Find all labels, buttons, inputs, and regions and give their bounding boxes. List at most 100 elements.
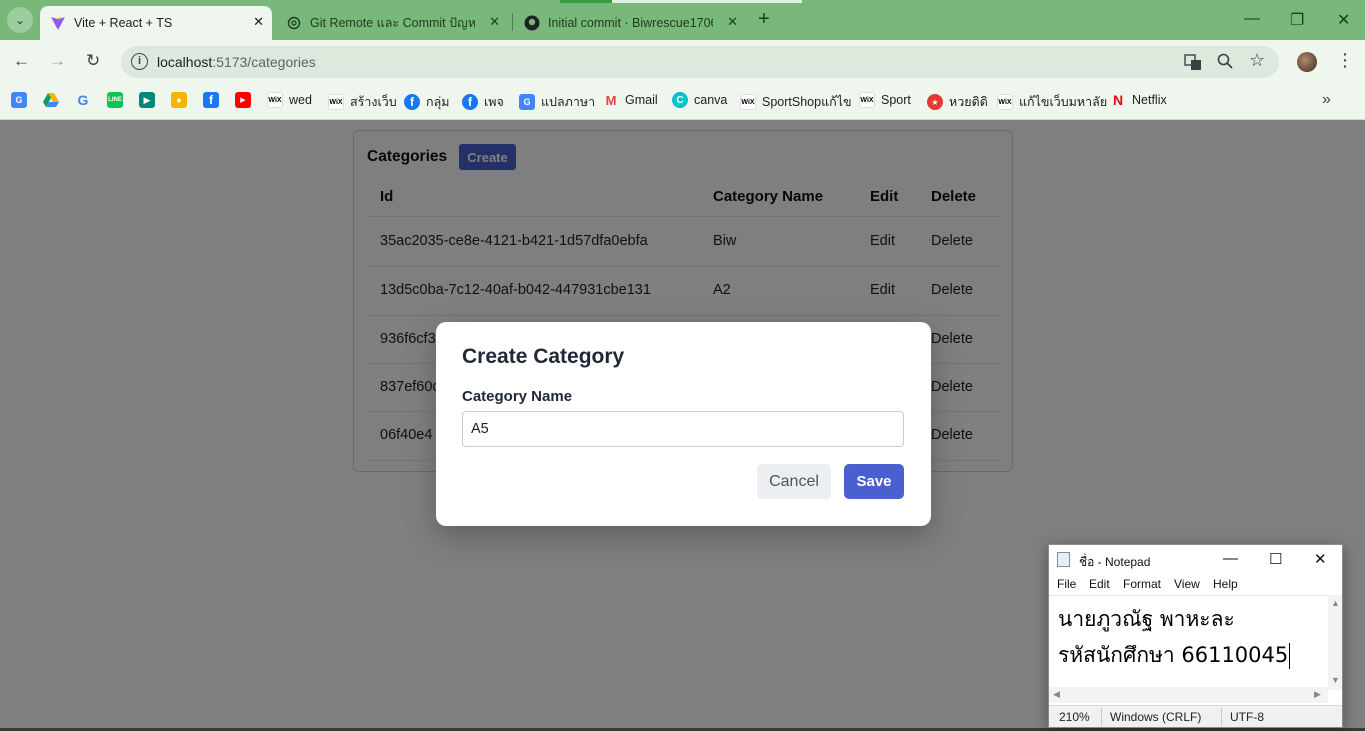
scroll-down-icon[interactable]: ▼ — [1331, 675, 1340, 685]
bookmark-item[interactable]: WiX สร้างเว็บ — [328, 92, 397, 112]
forward-button[interactable]: → — [49, 51, 66, 71]
category-name-input[interactable] — [462, 411, 904, 447]
tab-bar: ⌄ Vite + React + TS ✕ Git Remote และ Com… — [0, 0, 1365, 40]
bookmark-item[interactable]: WiX แก้ไขเว็บมหาลัย — [997, 92, 1107, 112]
url-path: :5173/categories — [212, 54, 316, 70]
facebook-icon: f — [203, 92, 219, 108]
minimize-button[interactable]: — — [1244, 10, 1260, 28]
status-separator — [1101, 708, 1102, 726]
bookmark-item[interactable]: WiX Sport — [859, 92, 911, 108]
close-tab-icon[interactable]: ✕ — [727, 14, 738, 30]
text-caret — [1289, 643, 1291, 669]
notepad-close-icon[interactable]: ✕ — [1314, 550, 1327, 568]
scroll-up-icon[interactable]: ▲ — [1331, 598, 1340, 608]
notepad-icon — [1057, 552, 1070, 567]
bookmark-item[interactable]: ★ หวยดิดิ — [927, 92, 988, 112]
menu-help[interactable]: Help — [1213, 577, 1238, 591]
notepad-maximize-icon[interactable]: ☐ — [1269, 550, 1282, 568]
menu-view[interactable]: View — [1174, 577, 1200, 591]
new-tab-button[interactable]: + — [758, 8, 770, 31]
menu-format[interactable]: Format — [1123, 577, 1161, 591]
address-url[interactable]: localhost:5173/categories — [157, 54, 316, 70]
notepad-minimize-icon[interactable]: — — [1223, 550, 1238, 567]
category-name-label: Category Name — [462, 388, 573, 405]
bookmark-item[interactable]: G แปลภาษา — [519, 92, 595, 112]
modal-title: Create Category — [462, 345, 625, 368]
google-meet-icon: ▶ — [139, 92, 155, 108]
bookmark-item[interactable]: LINE — [107, 92, 123, 108]
url-host: localhost — [157, 54, 213, 70]
menu-edit[interactable]: Edit — [1089, 577, 1110, 591]
bookmarks-bar: G G LINE ▶ ● f ▶ WiX wed WiX สร้างเว็บ f กล… — [0, 84, 1365, 120]
canva-icon: C — [672, 92, 688, 108]
wix-icon: WiX — [328, 94, 344, 110]
github-icon — [524, 15, 540, 31]
tab-github[interactable]: Initial commit · Biwrescue1706/ ✕ — [514, 6, 746, 40]
chatgpt-icon — [286, 15, 302, 31]
save-button[interactable]: Save — [844, 464, 904, 499]
bookmark-label: เพจ — [484, 95, 504, 109]
bookmark-item[interactable]: f เพจ — [462, 92, 504, 112]
bookmark-item[interactable]: f กลุ่ม — [404, 92, 449, 112]
bookmark-label: Sport — [881, 93, 911, 107]
bookmark-item[interactable] — [43, 92, 59, 108]
close-window-button[interactable]: ✕ — [1337, 10, 1350, 30]
restore-button[interactable]: ❐ — [1290, 10, 1304, 30]
bookmark-item[interactable]: f — [203, 92, 219, 108]
vite-icon — [50, 15, 66, 31]
bookmark-item[interactable]: M Gmail — [603, 92, 658, 108]
reload-button[interactable]: ↻ — [86, 51, 100, 71]
scroll-right-icon[interactable]: ▶ — [1314, 689, 1321, 700]
bookmark-label: สร้างเว็บ — [350, 95, 397, 109]
close-icon: ✕ — [1337, 12, 1351, 29]
bookmark-label: กลุ่ม — [426, 95, 450, 109]
bookmark-item[interactable]: ▶ — [235, 92, 251, 108]
bookmark-label: Netflix — [1132, 93, 1167, 107]
bookmark-item[interactable]: N Netflix — [1110, 92, 1167, 108]
tab-chatgpt[interactable]: Git Remote และ Commit ปัญหา ✕ — [276, 6, 508, 40]
notepad-titlebar[interactable]: ชื่อ - Notepad — ☐ ✕ — [1049, 545, 1342, 573]
browser-menu-icon[interactable]: ⋮ — [1336, 50, 1354, 71]
tab-search-button[interactable]: ⌄ — [7, 7, 33, 33]
address-bar[interactable]: i localhost:5173/categories ☆ — [121, 46, 1279, 78]
horizontal-scrollbar[interactable]: ◀ ▶ — [1049, 687, 1328, 703]
profile-avatar[interactable] — [1297, 52, 1317, 72]
bookmark-item[interactable]: ▶ — [139, 92, 155, 108]
site-info-icon[interactable]: i — [131, 53, 148, 70]
tab-title: Git Remote และ Commit ปัญหา — [310, 16, 475, 30]
bookmarks-overflow-icon[interactable]: » — [1322, 91, 1331, 109]
status-separator — [1221, 708, 1222, 726]
scroll-left-icon[interactable]: ◀ — [1053, 689, 1060, 700]
notepad-title: ชื่อ - Notepad — [1079, 555, 1151, 569]
lottery-icon: ★ — [927, 94, 943, 110]
wix-icon: WiX — [859, 92, 875, 108]
bookmark-item[interactable]: ● — [171, 92, 187, 108]
bookmark-item[interactable]: Ccanva — [672, 92, 727, 108]
tab-vite-react[interactable]: Vite + React + TS ✕ — [40, 6, 272, 40]
google-drive-icon — [43, 92, 59, 108]
bookmark-label: แปลภาษา — [541, 95, 596, 109]
facebook-icon: f — [462, 94, 478, 110]
vertical-scrollbar[interactable]: ▲ ▼ — [1328, 595, 1342, 690]
cancel-button[interactable]: Cancel — [757, 464, 831, 499]
bookmark-item[interactable]: WiX wed — [267, 92, 312, 108]
notepad-menu-bar: File Edit Format View Help — [1049, 573, 1342, 595]
notepad-text-area[interactable]: นายภูวณัฐ พาหะละ รหัสนักศึกษา 66110045 — [1049, 595, 1342, 690]
zoom-icon[interactable] — [1217, 53, 1233, 73]
facebook-icon: f — [404, 94, 420, 110]
tab-loading-indicator — [560, 0, 612, 3]
bookmark-label: แก้ไขเว็บมหาลัย — [1019, 95, 1108, 109]
browser-toolbar: ← → ↻ i localhost:5173/categories ☆ — [0, 40, 1365, 84]
translate-icon[interactable] — [1184, 53, 1202, 75]
bookmark-label: canva — [694, 93, 728, 107]
reload-icon: ↻ — [86, 51, 101, 70]
bookmark-star-icon[interactable]: ☆ — [1249, 50, 1265, 71]
bookmark-item[interactable]: WiX SportShopแก้ไข — [740, 92, 852, 112]
close-tab-icon[interactable]: ✕ — [489, 14, 500, 30]
bookmark-item[interactable]: G — [11, 92, 27, 108]
bookmark-item[interactable]: G — [75, 92, 91, 108]
menu-file[interactable]: File — [1057, 577, 1076, 591]
back-button[interactable]: ← — [13, 51, 30, 71]
close-tab-icon[interactable]: ✕ — [253, 14, 264, 30]
text-line: รหัสนักศึกษา 66110045 — [1058, 643, 1289, 667]
